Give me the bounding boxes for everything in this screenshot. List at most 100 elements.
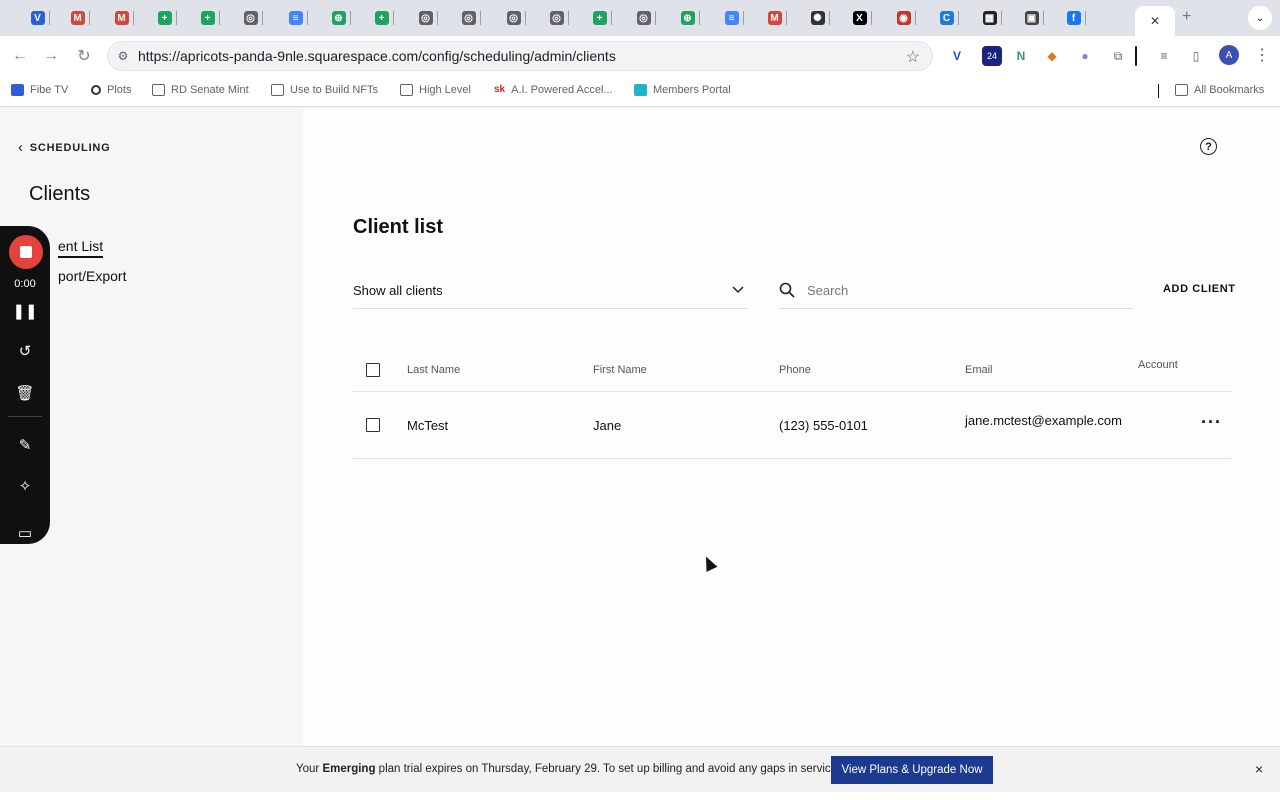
extensions-puzzle-icon[interactable]: ⧉ (1108, 46, 1128, 66)
add-circle-icon: ⊕ (331, 11, 346, 25)
tab-strip: ✕ + ⌄ V M M + + ◎ ≡ ⊕ + ◎ ◎ ◎ ◎ + ◎ ⊕ ≡ M ✺ X ◉ C ▦ ▣ f (0, 0, 1280, 36)
help-icon[interactable]: ? (1200, 138, 1217, 155)
view-plans-upgrade-button[interactable]: View Plans & Upgrade Now (831, 756, 993, 784)
bookmark-item[interactable]: Use to Build NFTs (271, 84, 378, 96)
browser-tab[interactable]: ◎ (449, 7, 493, 29)
close-tab-icon[interactable]: ✕ (1150, 14, 1160, 28)
bookmark-item[interactable]: High Level (400, 84, 471, 96)
trash-icon[interactable]: 🗑 (13, 382, 37, 404)
profile-avatar[interactable]: A (1219, 45, 1239, 65)
sidebar-item-label: ent List (58, 238, 104, 258)
browser-tab[interactable]: X (840, 7, 884, 29)
column-first-name[interactable]: First Name (593, 364, 647, 376)
browser-tab[interactable]: ◎ (624, 7, 668, 29)
browser-tab[interactable]: + (145, 7, 189, 29)
stop-recording-button[interactable] (9, 235, 43, 269)
browser-tab[interactable]: V (18, 7, 62, 29)
side-panel-icon[interactable]: ▯ (1186, 46, 1206, 66)
row-checkbox[interactable] (366, 418, 380, 432)
trial-message: Your Emerging plan trial expires on Thur… (296, 763, 837, 775)
row-more-options-icon[interactable]: ··· (1201, 412, 1222, 433)
browser-tab[interactable]: + (580, 7, 624, 29)
bookmark-item[interactable]: RD Senate Mint (152, 84, 249, 96)
client-filter-select[interactable]: Show all clients (353, 272, 748, 309)
filter-value: Show all clients (353, 282, 443, 298)
chevron-down-icon (732, 286, 744, 294)
reading-list-icon[interactable]: ≡ (1154, 46, 1174, 66)
metamask-icon[interactable]: ◆ (1042, 46, 1062, 66)
browser-tab[interactable]: ⊕ (668, 7, 712, 29)
browser-tab[interactable]: ◎ (231, 7, 275, 29)
browser-tab[interactable]: C (927, 7, 971, 29)
browser-tab[interactable]: ◎ (494, 7, 538, 29)
camera-icon[interactable]: ▭ (13, 526, 37, 540)
tab-separator (870, 11, 872, 25)
n-extension-icon[interactable]: N (1011, 46, 1031, 66)
vivaldi-icon: V (30, 11, 45, 25)
openai-icon: ✺ (810, 11, 825, 25)
browser-menu-icon[interactable]: ⋮ (1254, 45, 1270, 65)
bookmark-label: Fibe TV (30, 84, 69, 96)
globe-icon: ◎ (636, 11, 651, 25)
address-bar[interactable]: ⚙ https://apricots-panda-9nle.squarespac… (107, 41, 933, 71)
restart-icon[interactable]: ↺ (13, 340, 37, 362)
browser-tab[interactable]: M (755, 7, 799, 29)
browser-tab[interactable]: ▦ (970, 7, 1014, 29)
gmail-icon: M (114, 11, 129, 25)
sidebar-item-client-list[interactable]: ent List (58, 238, 104, 258)
active-tab[interactable]: ✕ (1135, 6, 1175, 36)
screen-recorder-widget: 0:00 ❚❚ ↺ 🗑 ✎ ✧ ▭ (0, 226, 50, 544)
browser-tab[interactable]: M (102, 7, 146, 29)
bookmark-item[interactable]: Fibe TV (11, 84, 68, 96)
select-all-checkbox[interactable] (366, 363, 380, 377)
bookmark-item[interactable]: Members Portal (634, 84, 731, 96)
ghost-extension-icon[interactable]: ● (1075, 46, 1095, 66)
sidebar-item-import-export[interactable]: port/Export (58, 268, 126, 284)
add-client-button[interactable]: ADD CLIENT (1163, 283, 1236, 295)
browser-tab[interactable]: + (188, 7, 232, 29)
browser-tab[interactable]: ◎ (406, 7, 450, 29)
docs-icon: ≡ (724, 11, 739, 25)
client-search (779, 272, 1133, 309)
calendar-extension-icon[interactable]: 24 (982, 46, 1002, 66)
bookmarks-bar: All Bookmarks Fibe TV Plots RD Senate Mint… (0, 76, 1280, 107)
pause-icon[interactable]: ❚❚ (12, 300, 37, 322)
browser-tab[interactable]: M (58, 7, 102, 29)
browser-tab[interactable]: ≡ (712, 7, 756, 29)
recorder-divider (8, 416, 42, 417)
tab-separator (218, 11, 220, 25)
browser-tab[interactable]: ◎ (537, 7, 581, 29)
tab-separator (698, 11, 700, 25)
browser-tab[interactable]: + (362, 7, 406, 29)
gmail-icon: M (767, 11, 782, 25)
pen-icon[interactable]: ✎ (13, 434, 37, 456)
close-icon[interactable]: × (1255, 761, 1263, 777)
column-last-name[interactable]: Last Name (407, 364, 460, 376)
trial-message-suffix: plan trial expires on Thursday, February… (375, 763, 838, 775)
forward-arrow-icon[interactable]: → (40, 45, 62, 67)
new-tab-icon[interactable]: + (1182, 8, 1191, 26)
column-phone[interactable]: Phone (779, 364, 811, 376)
bookmark-item[interactable]: Plots (91, 84, 131, 96)
column-email[interactable]: Email (965, 364, 993, 376)
vivaldi-extension-icon[interactable]: V (947, 46, 967, 66)
browser-tab[interactable]: ◉ (884, 7, 928, 29)
bookmark-star-icon[interactable]: ☆ (906, 47, 920, 67)
bookmark-item[interactable]: sk A.I. Powered Accel... (494, 84, 613, 96)
browser-tab[interactable]: ▣ (1012, 7, 1056, 29)
search-input[interactable] (807, 282, 1107, 298)
bookmark-label: Plots (107, 84, 132, 96)
all-bookmarks[interactable]: All Bookmarks (1175, 84, 1264, 96)
browser-tab[interactable]: ≡ (276, 7, 320, 29)
tab-search-icon[interactable]: ⌄ (1248, 6, 1272, 30)
site-settings-icon[interactable]: ⚙ (108, 49, 138, 63)
browser-tab[interactable]: ✺ (798, 7, 842, 29)
browser-tab[interactable]: ⊕ (319, 7, 363, 29)
back-to-scheduling[interactable]: ‹ SCHEDULING (18, 139, 111, 156)
browser-tab[interactable]: f (1054, 7, 1098, 29)
recording-timer: 0:00 (14, 278, 36, 290)
back-arrow-icon[interactable]: ← (9, 45, 31, 67)
magic-wand-icon[interactable]: ✧ (13, 475, 37, 497)
table-row[interactable]: McTest Jane (123) 555-0101 jane.mctest@e… (353, 392, 1231, 459)
reload-icon[interactable]: ↻ (73, 45, 95, 67)
